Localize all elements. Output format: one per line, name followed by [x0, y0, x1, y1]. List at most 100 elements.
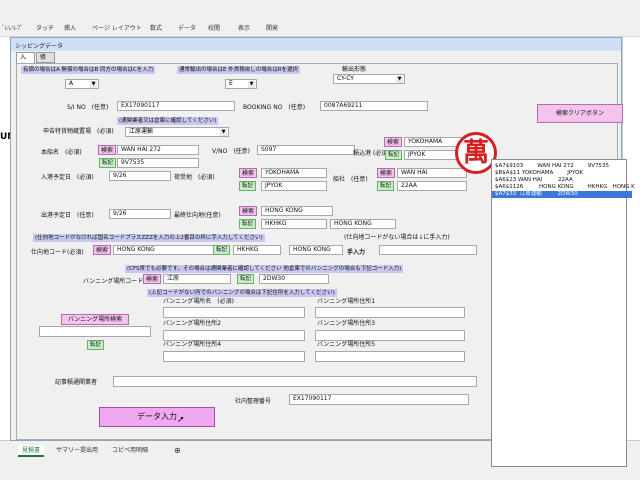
dest-manual-note: (仕向地コードがない場合は↓に手入力) [344, 234, 450, 241]
loading-port-transcribe-button[interactable]: 転記 [385, 150, 402, 160]
ribbon-tab[interactable]: ﾞﾚいﾚﾌﾞ [2, 23, 23, 32]
dest-transcribe-button[interactable]: 転記 [213, 245, 230, 255]
vanning-addr2-field[interactable] [163, 330, 305, 341]
vanning-addr4-field[interactable] [163, 351, 305, 362]
list-item-selected[interactable]: $A7$33 江原運輸 2DW30 [492, 191, 632, 198]
vanning-addr2-label: バンニング場所住所2 [163, 320, 222, 327]
booking-no-field[interactable]: 0087A69211 [320, 101, 428, 111]
dest-search-button[interactable]: 検索 [93, 245, 111, 255]
vanning-addr5-field[interactable] [315, 351, 465, 362]
customs-warehouse-select[interactable]: 江原運輸 ▼ [125, 127, 229, 137]
ribbon-tab[interactable]: 開発 [266, 23, 278, 32]
si-no-field[interactable]: EX17090117 [117, 101, 235, 111]
vanning-addr3-label: バンニング場所住所3 [317, 320, 376, 327]
load-place-search-button[interactable]: 検索 [239, 168, 257, 178]
cfs-note: (CFS貨でも必要です。その場合は通関業者に確認してください 他倉庫でのバンニン… [125, 265, 404, 273]
vanning-addr3-field[interactable] [315, 330, 465, 341]
ship-company-search-button[interactable]: 検索 [377, 168, 395, 178]
ribbon-tab[interactable]: 数式 [150, 23, 162, 32]
ribbon-tab[interactable]: 表示 [238, 23, 250, 32]
vanning-code-label: バンニング場所コード [83, 278, 144, 285]
export-type-value: E [229, 80, 233, 87]
internal-no-field[interactable]: EX17090117 [289, 394, 469, 405]
transport-value: CY-CY [337, 75, 354, 82]
customs-warehouse-label: 申告特貨物蔵置場 (必須) [43, 128, 114, 135]
data-input-button[interactable]: データ入力 [99, 407, 215, 427]
ribbon-tab[interactable]: タッチ [36, 23, 54, 32]
transport-select[interactable]: CY-CY ▼ [333, 74, 405, 84]
vno-field[interactable]: S097 [257, 145, 355, 155]
export-type-select[interactable]: E ▼ [225, 79, 257, 89]
ribbon-tab[interactable]: データ [178, 23, 196, 32]
sheet-tab-estimate[interactable]: 見積書 [18, 445, 45, 457]
ribbon-tab[interactable]: 校閲 [208, 23, 220, 32]
clear-search-button[interactable]: 検索クリアボタン [537, 104, 623, 123]
chevron-down-icon[interactable]: ▼ [248, 81, 255, 88]
vanning-code-field[interactable]: 2DW30 [259, 274, 329, 284]
incoterm-select[interactable]: A ▼ [65, 79, 99, 89]
vanning-addr1-field[interactable] [315, 307, 465, 318]
entry-date-label: 入港予定日 (必須) [41, 174, 94, 181]
form-body: 有償の場合はA 無償の場合はB 同方の場合はCを入力 通常輸出の場合はE 外貨積… [16, 63, 635, 467]
export-type-note: 通常輸出の場合はE 外貨積戻しの場合はRを選択 [177, 66, 301, 74]
chevron-down-icon[interactable]: ▼ [220, 129, 227, 136]
incoterm-value: A [69, 80, 74, 87]
load-place-code-field[interactable]: JPYOK [261, 181, 327, 191]
vanning-name-field[interactable]: 江原 [163, 274, 231, 284]
manual-input-field[interactable] [379, 245, 477, 255]
chevron-down-icon[interactable]: ▼ [90, 81, 97, 88]
ribbon-tab[interactable]: 挿入 [64, 23, 76, 32]
final-dest-search-button[interactable]: 検索 [239, 206, 257, 216]
form-title: シッピングデータ [11, 38, 621, 51]
load-place-name-field[interactable]: YOKOHAMA [261, 168, 327, 178]
loading-port-search-button[interactable]: 検索 [384, 137, 402, 147]
customs-agent-field[interactable] [113, 376, 477, 387]
customs-confirm-note: (通関業者又は倉庫に確認してください) [117, 117, 219, 125]
vanning-place-search-button[interactable]: バンニング場所検索 [61, 314, 129, 325]
ship-company-transcribe-button[interactable]: 転記 [377, 181, 394, 191]
ship-company-label: 船社 (任意) [333, 176, 368, 183]
dest-name-field[interactable]: HONG KONG [113, 245, 227, 255]
sheet-tab-summary[interactable]: サマリー提出用 [52, 445, 102, 457]
dest-code-note: (仕向地コードがなければ国名コードプラスZZZを入力の上2番目の枠に手入力してく… [33, 234, 265, 242]
vanning-place-name-field[interactable] [163, 307, 305, 318]
vanning-transcribe-button[interactable]: 転記 [237, 274, 254, 284]
final-dest-name2-field[interactable]: HONG KONG [330, 219, 396, 229]
ship-company-code-field[interactable]: 22AA [397, 181, 467, 191]
entry-date-field[interactable]: 9/26 [109, 171, 171, 181]
list-item[interactable]: $B$A$11 YOKOHAMA JPYOK [495, 170, 583, 177]
vessel-code-field[interactable]: 9V7535 [117, 158, 199, 168]
dest-manual-field[interactable]: HONG KONG [289, 245, 343, 255]
vessel-transcribe-button[interactable]: 転記 [99, 158, 116, 168]
final-dest-transcribe-button[interactable]: 転記 [239, 219, 256, 229]
ship-company-name-field[interactable]: WAN HAI [397, 168, 467, 178]
load-place-transcribe-button[interactable]: 転記 [239, 181, 256, 191]
list-item[interactable]: $A6$1126 HONG KONG HKHKG HONG K [495, 184, 635, 191]
tab-edit[interactable]: 修正 [36, 52, 55, 70]
final-dest-label: 最終仕向地(任意) [174, 212, 221, 219]
vanning-search-result-field[interactable] [39, 326, 151, 337]
si-no-label: S/I NO (任意) [67, 104, 109, 111]
transport-label: 輸出形態 [342, 66, 367, 73]
vanning-name-label: バンニング場所名 (必須) [163, 298, 234, 305]
vessel-field[interactable]: WAN HAI 272 [117, 145, 199, 155]
departure-date-field[interactable]: 9/26 [109, 209, 171, 219]
vessel-search-button[interactable]: 検索 [98, 145, 116, 155]
chevron-down-icon[interactable]: ▼ [396, 76, 403, 83]
add-sheet-icon[interactable]: ⊕ [170, 445, 185, 457]
departure-date-label: 出港予定日 (任意) [41, 212, 94, 219]
excel-ribbon: ﾞﾚいﾚﾌﾞ タッチ 挿入 ページ レイアウト 数式 データ 校閲 表示 開発 [0, 0, 640, 37]
final-dest-name-field[interactable]: HONG KONG [261, 206, 333, 216]
sheet-tab-copy[interactable]: コピペ用明細 [108, 445, 152, 457]
customs-warehouse-value: 江原運輸 [129, 128, 154, 135]
ribbon-tab[interactable]: ページ レイアウト [92, 23, 142, 32]
vanning-search-transcribe-button[interactable]: 転記 [87, 340, 104, 350]
vanning-search-small-button[interactable]: 検索 [143, 274, 161, 284]
vanning-addr1-label: バンニング場所住所1 [317, 298, 376, 305]
list-item[interactable]: $A6$23 WAN HAI 22AA [495, 177, 573, 184]
vno-label: V/NO (任意) [212, 148, 251, 155]
final-dest-code-field[interactable]: HKHKG [261, 219, 327, 229]
search-result-list[interactable]: $A7$9103 WAN HAI 272 9V7535 $B$A$11 YOKO… [491, 159, 635, 467]
list-item[interactable]: $A7$9103 WAN HAI 272 9V7535 [495, 163, 609, 170]
dest-code-field[interactable]: HKHKG [233, 245, 281, 255]
